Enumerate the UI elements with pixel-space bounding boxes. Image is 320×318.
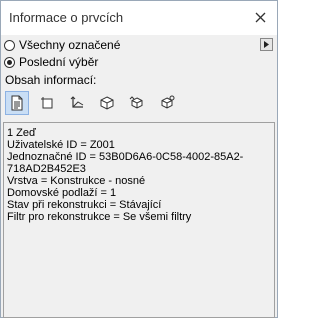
info-palette-window: Informace o prvcích Všechny označené Pos… xyxy=(0,0,278,318)
info-line: Stav při rekonstrukci = Stávající xyxy=(7,199,162,211)
info-line: Filtr pro rekonstrukce = Se všemi filtry xyxy=(7,211,192,223)
cube-rotate-icon xyxy=(129,96,143,109)
radio-last-selection[interactable]: Poslední výběr xyxy=(4,54,98,70)
radio-circle[interactable] xyxy=(4,56,15,68)
radio-label-last-selection: Poslední výběr xyxy=(19,55,99,69)
window-title: Informace o prvcích xyxy=(9,10,124,25)
info-line: Domovské podlaží = 1 xyxy=(7,187,117,199)
cube-icon xyxy=(100,96,114,110)
radio-circle[interactable] xyxy=(4,39,15,51)
close-button[interactable] xyxy=(249,7,271,27)
cube-button[interactable] xyxy=(95,91,119,115)
radio-label-all-selected: Všechny označené xyxy=(19,38,121,52)
info-line: 718AD2B452E3 xyxy=(7,163,86,175)
element-icon xyxy=(41,97,53,109)
content-section-label: Obsah informací: xyxy=(5,73,97,87)
info-line: Uživatelské ID = Z001 xyxy=(7,139,115,151)
info-document-button[interactable] xyxy=(5,91,29,115)
close-icon xyxy=(255,12,265,22)
radio-all-selected[interactable]: Všechny označené xyxy=(4,37,120,53)
cube-rotate-button[interactable] xyxy=(125,91,149,115)
info-line: Jednoznačné ID = 53B0D6A6-0C58-4002-85A2… xyxy=(7,151,244,163)
axes-button[interactable] xyxy=(65,91,89,115)
info-line: Vrstva = Konstrukce - nosné xyxy=(7,175,146,187)
element-button[interactable] xyxy=(35,91,59,115)
info-line: 1 Zeď xyxy=(7,127,36,139)
title-bar[interactable]: Informace o prvcích xyxy=(1,1,277,35)
info-text-panel[interactable]: 1 Zeď Uživatelské ID = Z001 Jednoznačné … xyxy=(3,122,275,318)
cube-link-button[interactable] xyxy=(155,91,179,115)
info-document-icon xyxy=(11,95,23,111)
content-type-toolbar xyxy=(5,91,185,117)
expand-button[interactable] xyxy=(260,38,273,51)
axes-icon xyxy=(70,96,84,108)
cube-link-icon xyxy=(161,95,175,109)
triangle-right-icon xyxy=(264,41,269,48)
